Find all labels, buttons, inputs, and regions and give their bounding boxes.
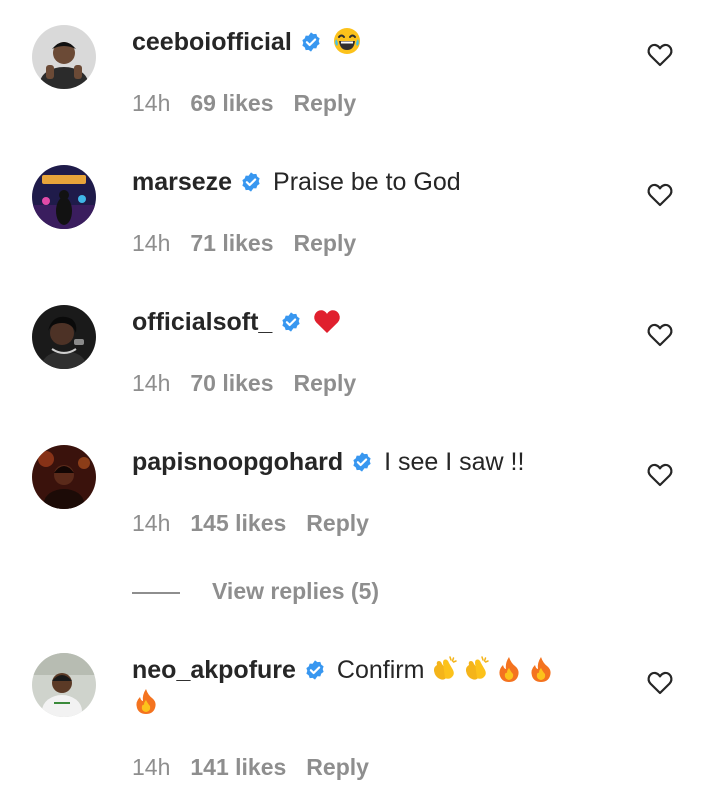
comment-text: I see I saw !!	[384, 448, 525, 476]
clapping-hands-emoji	[431, 655, 459, 683]
comment-likes[interactable]: 69 likes	[190, 90, 273, 116]
red-heart-emoji	[313, 307, 341, 335]
verified-badge-icon	[240, 171, 262, 193]
comment-time: 14h	[132, 510, 171, 536]
comment-meta: 14h 145 likes Reply	[132, 509, 389, 537]
comment-likes[interactable]: 145 likes	[190, 510, 286, 536]
avatar-image	[32, 165, 96, 229]
view-replies-divider	[132, 591, 180, 594]
avatar[interactable]	[32, 653, 96, 717]
comment-time: 14h	[132, 90, 171, 116]
verified-badge-icon	[300, 31, 322, 53]
comment-meta: 14h 141 likes Reply	[132, 753, 389, 781]
heart-outline-icon[interactable]	[646, 461, 674, 489]
comment-username[interactable]: neo_akpofure	[132, 656, 296, 684]
reply-button[interactable]: Reply	[306, 754, 369, 780]
comment-line: marseze Praise be to God	[132, 166, 620, 198]
comment-likes[interactable]: 71 likes	[190, 230, 273, 256]
comment-time: 14h	[132, 370, 171, 396]
comment-text: Confirm	[336, 656, 425, 684]
avatar-image	[32, 445, 96, 509]
verified-badge-icon	[280, 311, 302, 333]
avatar[interactable]	[32, 25, 96, 89]
avatar-image	[32, 653, 96, 717]
view-replies-button[interactable]: View replies (5)	[212, 578, 379, 604]
comment-username[interactable]: ceeboiofficial	[132, 28, 292, 56]
heart-outline-icon[interactable]	[646, 321, 674, 349]
comment-username[interactable]: marseze	[132, 168, 232, 196]
heart-outline-icon[interactable]	[646, 41, 674, 69]
avatar[interactable]	[32, 305, 96, 369]
comment-line: officialsoft_	[132, 306, 620, 338]
comment-time: 14h	[132, 754, 171, 780]
avatar-image	[32, 25, 96, 89]
fire-emoji	[495, 655, 523, 683]
comment-line: papisnoopgohard I see I saw !!	[132, 446, 620, 478]
comment-line: ceeboiofficial	[132, 26, 620, 58]
view-replies-row: View replies (5)	[132, 576, 379, 606]
fire-emoji	[132, 687, 160, 715]
avatar[interactable]	[32, 165, 96, 229]
reply-button[interactable]: Reply	[294, 370, 357, 396]
verified-badge-icon	[351, 451, 373, 473]
reply-button[interactable]: Reply	[294, 230, 357, 256]
avatar-image	[32, 305, 96, 369]
comment-line: neo_akpofure Confirm	[132, 654, 620, 718]
avatar[interactable]	[32, 445, 96, 509]
comment-meta: 14h 69 likes Reply	[132, 89, 376, 117]
comment-meta: 14h 71 likes Reply	[132, 229, 376, 257]
verified-badge-icon	[304, 659, 326, 681]
heart-outline-icon[interactable]	[646, 181, 674, 209]
reply-button[interactable]: Reply	[294, 90, 357, 116]
laughing-tears-emoji	[333, 27, 361, 55]
fire-emoji	[527, 655, 555, 683]
comment-username[interactable]: officialsoft_	[132, 308, 272, 336]
comment-username[interactable]: papisnoopgohard	[132, 448, 343, 476]
comment-likes[interactable]: 141 likes	[190, 754, 286, 780]
clapping-hands-emoji	[463, 655, 491, 683]
comment-text: Praise be to God	[273, 168, 461, 196]
comment-likes[interactable]: 70 likes	[190, 370, 273, 396]
reply-button[interactable]: Reply	[306, 510, 369, 536]
comment-time: 14h	[132, 230, 171, 256]
comment-meta: 14h 70 likes Reply	[132, 369, 376, 397]
heart-outline-icon[interactable]	[646, 669, 674, 697]
